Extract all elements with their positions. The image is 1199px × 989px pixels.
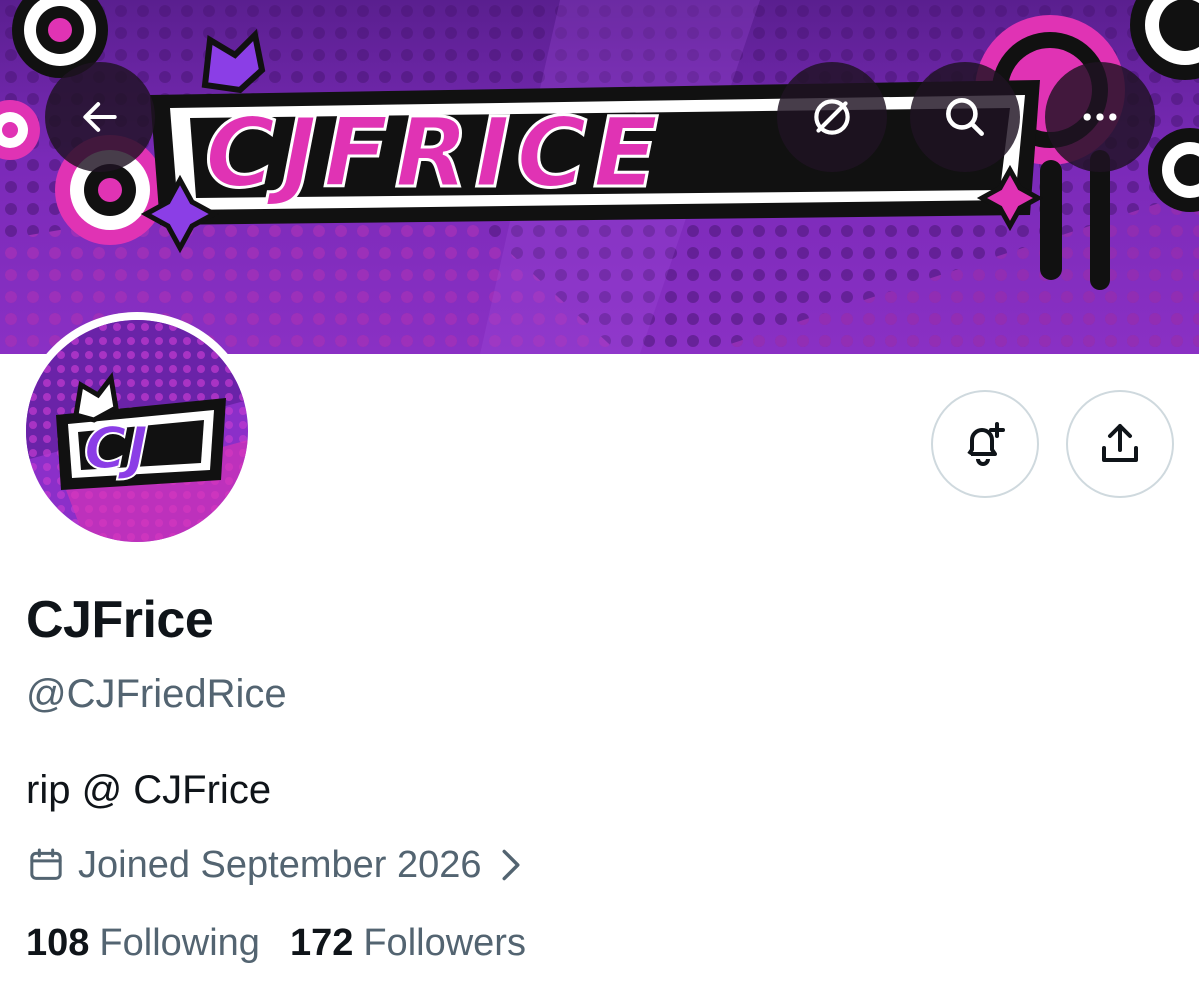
followers-label: Followers: [363, 922, 526, 964]
no-translate-icon: [814, 99, 850, 135]
avatar-logo-text: CJ: [84, 414, 148, 482]
notifications-button[interactable]: [931, 390, 1039, 498]
followers-count: 172: [289, 922, 354, 964]
more-options-button[interactable]: [1045, 62, 1155, 172]
bell-plus-icon: [967, 422, 1005, 466]
avatar-artwork: CJ: [26, 320, 248, 542]
calendar-icon: [26, 845, 66, 885]
followers-link[interactable]: 172 Followers: [290, 922, 526, 965]
following-count: 108: [26, 922, 90, 964]
chevron-right-icon: [500, 848, 522, 882]
user-handle: @CJFriedRice: [26, 672, 287, 716]
back-button[interactable]: [45, 62, 155, 172]
search-icon: [946, 98, 984, 136]
search-button[interactable]: [910, 62, 1020, 172]
follow-stats: 108 Following 172 Followers: [26, 922, 526, 965]
more-horizontal-icon: [1083, 113, 1117, 121]
joined-date-text: Joined September 2026: [78, 843, 482, 886]
following-label: Following: [99, 922, 260, 964]
display-name: CJFrice: [26, 591, 214, 649]
share-button[interactable]: [1066, 390, 1174, 498]
joined-date-row[interactable]: Joined September 2026: [26, 840, 522, 890]
banner-artwork: CJFRICE: [0, 0, 1199, 354]
share-upload-icon: [1102, 424, 1138, 462]
profile-avatar[interactable]: CJ: [18, 312, 256, 550]
arrow-left-icon: [83, 102, 117, 132]
profile-bio: rip @ CJFrice: [26, 768, 272, 812]
translate-button[interactable]: [777, 62, 887, 172]
following-link[interactable]: 108 Following: [26, 922, 260, 965]
profile-banner[interactable]: CJFRICE: [0, 0, 1199, 354]
avatar-image: CJ: [26, 320, 248, 542]
banner-logo-text: CJFRICE: [205, 97, 664, 209]
